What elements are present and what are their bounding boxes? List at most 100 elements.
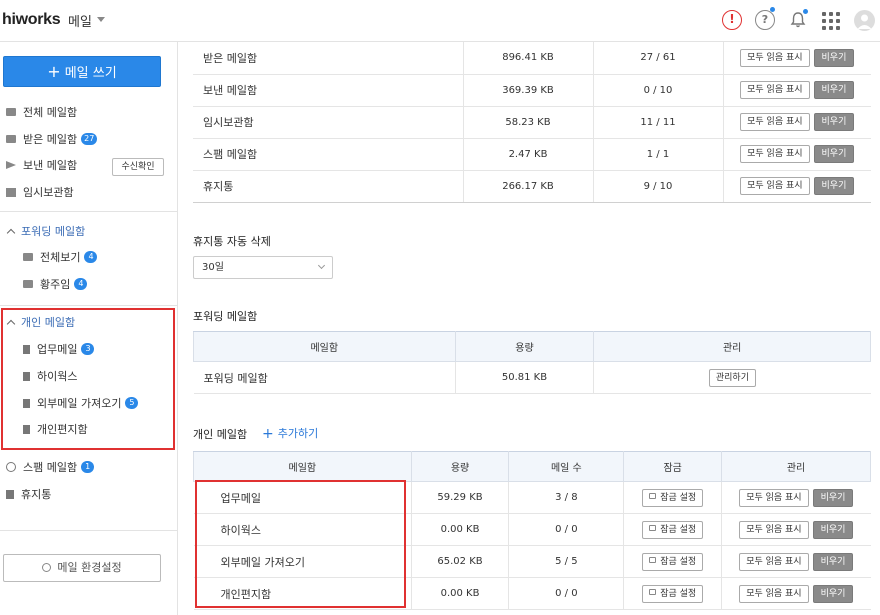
write-mail-button[interactable]: + 메일 쓰기 <box>3 56 161 87</box>
table-row: 보낸 메일함 369.39 KB 0 / 10 모두 읽음 표시 비우기 <box>193 74 871 107</box>
app-switcher-chevron-down-icon[interactable] <box>97 17 105 22</box>
column-header: 메일 수 <box>508 451 625 482</box>
avatar[interactable] <box>854 10 875 31</box>
top-header: hiworks 메일 ! ? <box>0 0 880 42</box>
mailbox-count: 0 / 10 <box>592 74 723 107</box>
mail-settings-button[interactable]: 메일 환경설정 <box>3 554 161 582</box>
sidebar-item-spam[interactable]: 스팸 메일함 1 <box>6 458 95 478</box>
mark-all-read-button[interactable]: 모두 읽음 표시 <box>739 552 809 571</box>
mailbox-name[interactable]: 스팸 메일함 <box>193 138 463 171</box>
hiworks-logo[interactable]: hiworks <box>2 11 61 29</box>
mail-icon <box>6 135 16 143</box>
lock-setting-button[interactable]: 잠금 설정 <box>642 552 704 571</box>
table-row: 포워딩 메일함 50.81 KB 관리하기 <box>193 361 871 394</box>
personal-item-hiworks[interactable]: 하이웍스 <box>23 367 77 387</box>
lock-setting-button[interactable]: 잠금 설정 <box>642 488 704 507</box>
mark-all-read-button[interactable]: 모두 읽음 표시 <box>740 177 810 195</box>
sidebar-item-sent[interactable]: 보낸 메일함 <box>6 156 77 176</box>
mark-all-read-button[interactable]: 모두 읽음 표시 <box>740 113 810 131</box>
personal-item-private[interactable]: 개인편지함 <box>23 420 88 440</box>
highlight-box-personal-table <box>195 480 406 608</box>
mailbox-size: 0.00 KB <box>410 577 509 610</box>
manage-button[interactable]: 관리하기 <box>708 368 756 387</box>
unread-badge: 5 <box>125 397 139 409</box>
lock-setting-button[interactable]: 잠금 설정 <box>642 584 704 603</box>
column-header: 용량 <box>410 451 510 482</box>
column-header: 용량 <box>454 331 595 362</box>
bookmark-icon <box>23 398 30 408</box>
sidebar-item-all-mail[interactable]: 전체 메일함 <box>6 103 77 123</box>
mailbox-name[interactable]: 임시보관함 <box>193 106 463 139</box>
forwarding-item-all[interactable]: 전체보기 4 <box>23 248 98 268</box>
sidebar-divider <box>0 305 178 306</box>
table-row: 임시보관함 58.23 KB 11 / 11 모두 읽음 표시 비우기 <box>193 106 871 139</box>
help-icon[interactable]: ? <box>755 7 775 30</box>
sidebar-item-drafts[interactable]: 임시보관함 <box>6 183 74 203</box>
chevron-up-icon <box>6 228 16 238</box>
mark-all-read-button[interactable]: 모두 읽음 표시 <box>740 81 810 99</box>
unread-badge: 1 <box>81 461 95 473</box>
mailbox-count: 0 / 0 <box>508 513 624 546</box>
personal-group-header[interactable]: 개인 메일함 <box>5 313 75 333</box>
empty-button[interactable]: 비우기 <box>813 48 855 67</box>
mailbox-size: 58.23 KB <box>462 106 593 139</box>
empty-button[interactable]: 비우기 <box>812 520 854 539</box>
forwarding-table: 메일함 용량 관리 포워딩 메일함 50.81 KB 관리하기 <box>193 331 871 394</box>
unread-badge: 4 <box>84 251 98 263</box>
personal-section-title: 개인 메일함 <box>193 428 248 441</box>
mailbox-name[interactable]: 받은 메일함 <box>193 42 463 75</box>
table-row: 스팸 메일함 2.47 KB 1 / 1 모두 읽음 표시 비우기 <box>193 138 871 171</box>
empty-button[interactable]: 비우기 <box>813 113 855 131</box>
receive-confirm-button[interactable]: 수신확인 <box>112 158 164 176</box>
mailbox-name[interactable]: 휴지통 <box>193 170 463 203</box>
mail-icon <box>6 108 16 116</box>
sidebar-item-inbox[interactable]: 받은 메일함 27 <box>6 130 98 150</box>
box-icon <box>6 187 16 197</box>
plus-icon: + <box>47 62 61 81</box>
empty-button[interactable]: 비우기 <box>813 177 855 195</box>
lock-setting-button[interactable]: 잠금 설정 <box>642 520 704 539</box>
forwarding-group-header[interactable]: 포워딩 메일함 <box>5 222 85 242</box>
column-header: 관리 <box>721 451 871 482</box>
apps-grid-icon[interactable] <box>822 12 840 30</box>
mailbox-count: 5 / 5 <box>508 545 624 578</box>
personal-item-external[interactable]: 외부메일 가져오기 5 <box>23 394 139 414</box>
bookmark-icon <box>23 424 30 434</box>
trash-auto-delete-select[interactable]: 30일 <box>193 256 333 279</box>
mailbox-name[interactable]: 포워딩 메일함 <box>193 361 456 394</box>
mark-all-read-button[interactable]: 모두 읽음 표시 <box>740 145 810 163</box>
empty-button[interactable]: 비우기 <box>812 552 854 571</box>
default-mailbox-table: 받은 메일함 896.41 KB 27 / 61 모두 읽음 표시 비우기 보낸 … <box>193 42 871 203</box>
lock-icon <box>649 525 657 531</box>
mark-all-read-button[interactable]: 모두 읽음 표시 <box>740 48 810 67</box>
mailbox-size: 59.29 KB <box>410 481 509 514</box>
forwarding-item-hwang[interactable]: 황주임 4 <box>23 275 88 295</box>
bell-icon[interactable] <box>788 9 808 30</box>
add-mailbox-link[interactable]: + 추가하기 <box>262 425 318 442</box>
mark-all-read-button[interactable]: 모두 읽음 표시 <box>739 520 809 539</box>
empty-button[interactable]: 비우기 <box>813 145 855 163</box>
bell-notify-dot <box>803 9 808 14</box>
lock-icon <box>649 589 657 595</box>
mailbox-count: 3 / 8 <box>508 481 624 514</box>
sidebar-item-trash[interactable]: 휴지통 <box>6 485 51 505</box>
mark-all-read-button[interactable]: 모두 읽음 표시 <box>739 584 809 603</box>
empty-button[interactable]: 비우기 <box>813 81 855 99</box>
personal-item-work[interactable]: 업무메일 3 <box>23 340 95 360</box>
bookmark-icon <box>23 344 30 354</box>
chevron-up-icon <box>6 319 16 329</box>
app-switcher-label[interactable]: 메일 <box>68 11 92 30</box>
column-header: 잠금 <box>623 451 723 482</box>
alert-icon[interactable]: ! <box>722 10 742 30</box>
mailbox-size: 65.02 KB <box>410 545 509 578</box>
empty-button[interactable]: 비우기 <box>812 488 854 507</box>
mailbox-size: 266.17 KB <box>462 170 593 203</box>
trash-icon <box>6 489 14 499</box>
mailbox-size: 50.81 KB <box>454 361 594 394</box>
mailbox-size: 896.41 KB <box>462 42 593 75</box>
mailbox-count: 27 / 61 <box>592 42 723 75</box>
mailbox-name[interactable]: 보낸 메일함 <box>193 74 463 107</box>
main-content: 받은 메일함 896.41 KB 27 / 61 모두 읽음 표시 비우기 보낸 … <box>179 42 880 615</box>
empty-button[interactable]: 비우기 <box>812 584 854 603</box>
mark-all-read-button[interactable]: 모두 읽음 표시 <box>739 488 809 507</box>
